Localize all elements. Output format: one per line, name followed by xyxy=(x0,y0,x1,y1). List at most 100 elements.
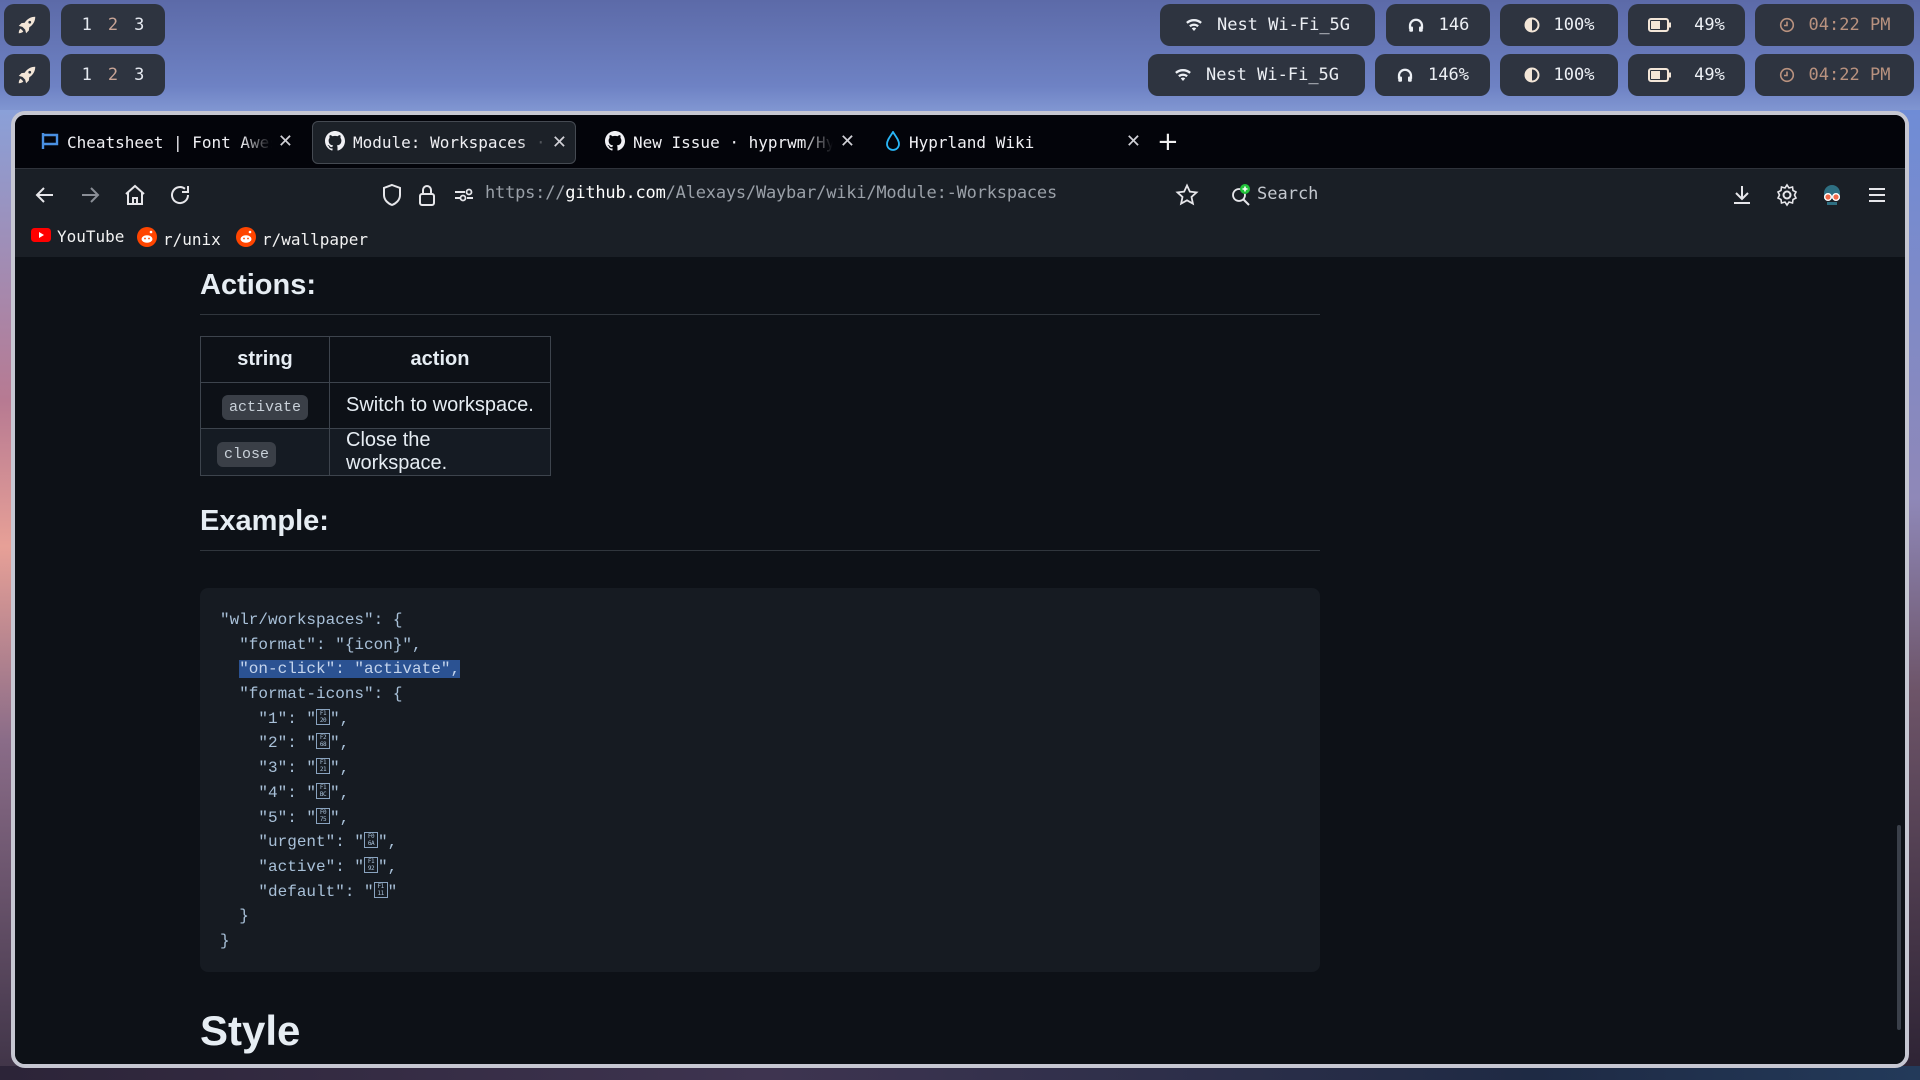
code-line: "urgent": " F0 6A ", xyxy=(220,832,398,852)
brightness-icon xyxy=(1524,67,1540,83)
rocket-icon xyxy=(16,64,38,86)
github-icon xyxy=(605,130,626,155)
volume-widget[interactable]: 146% xyxy=(1375,54,1490,96)
inline-code: activate xyxy=(221,395,308,420)
example-heading: Example: xyxy=(200,505,1320,551)
workspace-2[interactable]: 2 xyxy=(108,15,118,35)
tab-hyprland-wiki[interactable]: Hyprland Wiki ✕ xyxy=(873,121,1149,164)
launcher-button[interactable] xyxy=(4,4,50,46)
actions-heading: Actions: xyxy=(200,269,1320,315)
tab-module-workspaces[interactable]: Module: Workspaces · Alexays/Waybar Wiki… xyxy=(312,121,576,164)
wifi-ssid: Nest Wi-Fi_5G xyxy=(1205,65,1340,85)
volume-value: 146 xyxy=(1438,15,1470,35)
menu-hamburger-icon[interactable] xyxy=(1865,183,1889,207)
code-line: "1": " F1 20 ", xyxy=(220,708,350,728)
bookmark-label: YouTube xyxy=(57,227,125,246)
battery-widget[interactable]: 49% xyxy=(1628,4,1745,46)
settings-gear-icon[interactable] xyxy=(1775,183,1799,207)
bookmark-label: r/wallpaper xyxy=(262,229,368,249)
wifi-widget[interactable]: Nest Wi-Fi_5G xyxy=(1160,4,1375,46)
workspace-3[interactable]: 3 xyxy=(134,15,144,35)
brightness-widget[interactable]: 100% xyxy=(1500,54,1618,96)
workspace-2[interactable]: 2 xyxy=(108,65,118,85)
permissions-icon[interactable] xyxy=(452,183,476,207)
bookmark-r-wallpaper[interactable]: r/wallpaper xyxy=(236,227,368,251)
table-header: action xyxy=(329,336,551,383)
close-tab-icon[interactable]: ✕ xyxy=(278,131,293,152)
code-line: } xyxy=(220,931,230,950)
code-block[interactable]: "wlr/workspaces": { "format": "{icon}", … xyxy=(200,588,1320,972)
code-line: } xyxy=(220,907,249,926)
workspace-1[interactable]: 1 xyxy=(82,65,92,85)
clock-time: 04:22 PM xyxy=(1808,15,1891,35)
tab-new-issue[interactable]: New Issue · hyprwm/Hyprland ✕ xyxy=(593,121,863,164)
tab-title: Cheatsheet | Font Awesome xyxy=(67,133,272,152)
actions-table: string action activate Switch to workspa… xyxy=(200,336,551,476)
clock-widget[interactable]: 04:22 PM xyxy=(1755,4,1914,46)
close-tab-icon[interactable]: ✕ xyxy=(840,131,855,152)
reload-button[interactable] xyxy=(168,183,192,207)
brightness-icon xyxy=(1524,17,1540,33)
close-tab-icon[interactable]: ✕ xyxy=(1126,131,1141,152)
example-section: Example: xyxy=(200,505,1320,551)
clock-icon xyxy=(1779,17,1795,33)
private-browsing-mask-icon[interactable] xyxy=(1820,183,1844,207)
code-line: "format": "{icon}", xyxy=(220,635,422,654)
wallpaper xyxy=(0,1066,1920,1080)
lock-icon[interactable] xyxy=(415,183,439,207)
missing-glyph-icon: F0 75 xyxy=(316,807,331,824)
code-line: "2": " F2 68 ", xyxy=(220,733,350,753)
missing-glyph-icon: F0 6A xyxy=(364,832,379,849)
brightness-widget[interactable]: 100% xyxy=(1500,4,1618,46)
workspace-3[interactable]: 3 xyxy=(134,65,144,85)
code-line: "3": " F1 21 ", xyxy=(220,758,350,778)
tab-bar: Cheatsheet | Font Awesome ✕ Module: Work… xyxy=(15,115,1905,169)
bookmark-r-unix[interactable]: r/unix xyxy=(137,227,221,251)
style-heading: Style xyxy=(200,1007,1320,1064)
headphones-icon xyxy=(1407,16,1425,34)
code-block-wrap: "wlr/workspaces": { "format": "{icon}", … xyxy=(200,588,1320,972)
shield-icon[interactable] xyxy=(380,183,404,207)
rocket-icon xyxy=(16,14,38,36)
volume-widget[interactable]: 146 xyxy=(1386,4,1490,46)
github-icon xyxy=(325,130,346,155)
missing-glyph-icon: F1 92 xyxy=(364,856,379,873)
bookmark-youtube[interactable]: YouTube xyxy=(31,227,124,246)
youtube-icon xyxy=(31,227,51,246)
downloads-icon[interactable] xyxy=(1730,183,1754,207)
code-line: "wlr/workspaces": { xyxy=(220,611,403,629)
bookmark-star-icon[interactable] xyxy=(1175,183,1199,207)
volume-value: 146% xyxy=(1428,65,1469,85)
launcher-button[interactable] xyxy=(4,54,50,96)
battery-widget[interactable]: 49% xyxy=(1628,54,1745,96)
table-cell: Close the workspace. xyxy=(329,428,551,476)
clock-time: 04:22 PM xyxy=(1808,65,1891,85)
actions-table-wrap: string action activate Switch to workspa… xyxy=(200,336,1320,476)
clock-icon xyxy=(1779,67,1795,83)
page-scrollbar[interactable] xyxy=(1897,825,1901,1030)
back-button[interactable] xyxy=(33,183,57,207)
search-engine-icon[interactable] xyxy=(1229,183,1253,207)
code-line: "default": " F1 11 " xyxy=(220,881,398,901)
url-path: /Alexays/Waybar/wiki/Module:-Workspaces xyxy=(665,183,1058,203)
code-line: "5": " F0 75 ", xyxy=(220,807,350,827)
font-awesome-flag-icon xyxy=(41,132,59,154)
wifi-ssid: Nest Wi-Fi_5G xyxy=(1216,15,1351,35)
clock-widget[interactable]: 04:22 PM xyxy=(1755,54,1914,96)
search-button[interactable]: Search xyxy=(1257,184,1318,204)
home-button[interactable] xyxy=(123,183,147,207)
forward-button[interactable] xyxy=(78,183,102,207)
waybar-bottom: 1 2 3 Nest Wi-Fi_5G 146% 100% 49% 04:22 … xyxy=(0,54,1920,96)
browser-window: Cheatsheet | Font Awesome ✕ Module: Work… xyxy=(11,111,1909,1068)
new-tab-button[interactable]: + xyxy=(1157,127,1179,157)
table-row: activate Switch to workspace. xyxy=(200,382,551,429)
bookmarks-toolbar: YouTube r/unix r/wallpaper xyxy=(15,221,1905,257)
missing-glyph-icon: F1 11 xyxy=(373,881,388,898)
url-bar[interactable]: https://github.com/Alexays/Waybar/wiki/M… xyxy=(485,183,1057,203)
wifi-widget[interactable]: Nest Wi-Fi_5G xyxy=(1148,54,1365,96)
battery-icon xyxy=(1648,68,1672,82)
close-tab-icon[interactable]: ✕ xyxy=(552,132,567,153)
actions-section: Actions: xyxy=(200,269,1320,315)
tab-cheatsheet[interactable]: Cheatsheet | Font Awesome ✕ xyxy=(29,121,301,164)
workspace-1[interactable]: 1 xyxy=(82,15,92,35)
